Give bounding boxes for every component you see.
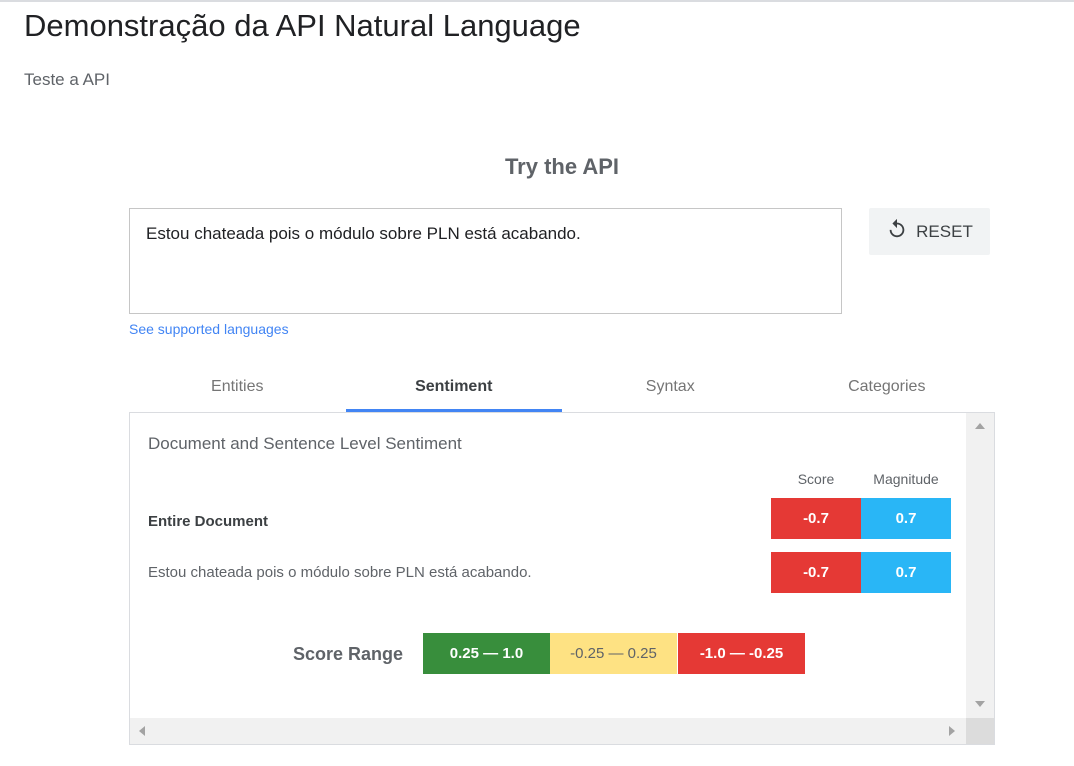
document-row-label: Entire Document [148, 513, 269, 530]
refresh-icon [886, 218, 908, 245]
tab-sentiment[interactable]: Sentiment [345, 362, 563, 412]
neutral-range-cell: -0.25 — 0.25 [550, 633, 677, 674]
sentiment-panel: Document and Sentence Level Sentiment Sc… [129, 412, 995, 745]
page-subtitle: Teste a API [24, 70, 110, 89]
page-title: Demonstração da API Natural Language [24, 8, 581, 43]
sentiment-heading: Document and Sentence Level Sentiment [148, 434, 462, 453]
document-magnitude-cell: 0.7 [861, 498, 951, 539]
text-input[interactable]: Estou chateada pois o módulo sobre PLN e… [129, 208, 842, 314]
scroll-left-icon[interactable] [139, 726, 145, 736]
sentence-row-label: Estou chateada pois o módulo sobre PLN e… [148, 564, 532, 581]
scroll-right-icon[interactable] [949, 726, 955, 736]
vertical-scrollbar[interactable] [966, 413, 994, 719]
score-range-label: Score Range [293, 644, 404, 664]
score-column-header: Score [797, 471, 835, 487]
sentence-score-cell: -0.7 [771, 552, 861, 593]
tab-categories[interactable]: Categories [779, 362, 996, 412]
sentence-magnitude-cell: 0.7 [861, 552, 951, 593]
scroll-down-icon[interactable] [975, 701, 985, 707]
magnitude-column-header: Magnitude [873, 471, 939, 487]
scroll-up-icon[interactable] [975, 423, 985, 429]
reset-button[interactable]: RESET [869, 208, 990, 255]
negative-range-cell: -1.0 — -0.25 [678, 633, 805, 674]
horizontal-scrollbar[interactable] [130, 718, 966, 744]
scrollbar-corner [966, 718, 994, 744]
tab-entities[interactable]: Entities [129, 362, 346, 412]
reset-label: RESET [916, 221, 973, 241]
positive-range-cell: 0.25 — 1.0 [423, 633, 550, 674]
supported-languages-link[interactable]: See supported languages [129, 321, 289, 337]
document-score-cell: -0.7 [771, 498, 861, 539]
result-tabs: Entities Sentiment Syntax Categories [129, 362, 995, 412]
tab-syntax[interactable]: Syntax [562, 362, 779, 412]
top-divider [0, 0, 1074, 2]
demo-heading: Try the API [504, 154, 620, 179]
